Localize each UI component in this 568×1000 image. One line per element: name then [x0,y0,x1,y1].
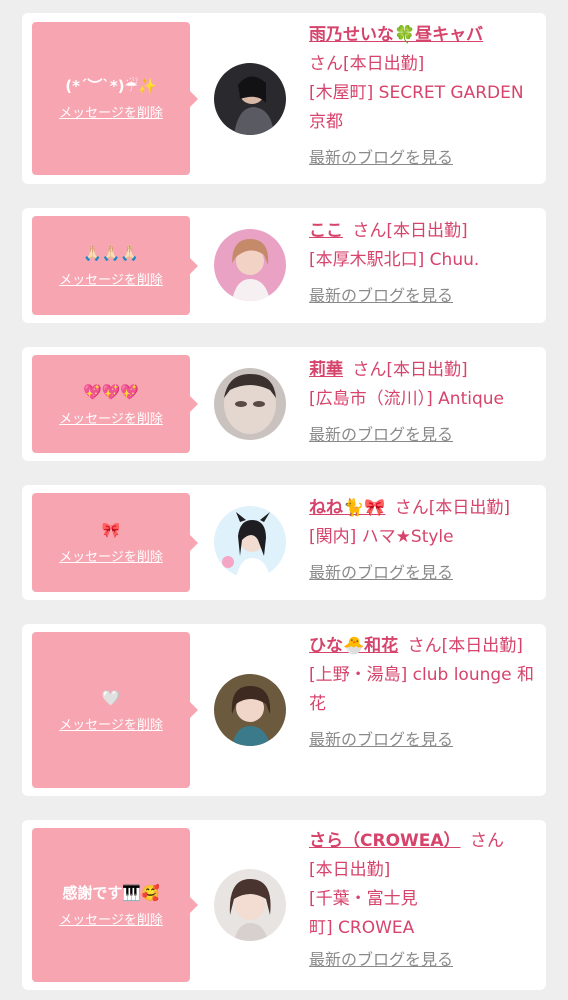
cast-name-link[interactable]: ひな🐣和花 [309,636,398,656]
latest-blog-link[interactable]: 最新のブログを見る [309,143,453,172]
shop-name: [本厚木駅北口] Chuu. [309,250,480,270]
cast-name-link[interactable]: 莉華 [309,360,343,380]
message-bubble: (*´︶`*)☔✨ メッセージを削除 [32,22,198,175]
message-bubble: 💖💖💖 メッセージを削除 [32,355,198,453]
avatar[interactable] [214,368,286,440]
avatar[interactable] [214,229,286,301]
cast-info: 莉華 さん[本日出勤] [広島市（流川）] Antique 最新のブログを見る [309,356,537,450]
message-card: 💖💖💖 メッセージを削除 莉華 さん[本日出勤] [広島市（流川）] Antiq… [22,347,546,461]
attendance-status: [本日出勤] [343,54,425,74]
message-text: (*´︶`*)☔✨ [65,77,157,95]
honorific: さん [309,54,343,74]
message-card: 🎀 メッセージを削除 ねね🐈🎀 さん[本日出勤] [関内] ハマ★Style 最… [22,485,546,600]
shop-name: [千葉・富士見町] CROWEA [309,889,418,938]
message-text: 感謝です🎹🥰 [62,883,160,902]
message-bubble: 🎀 メッセージを削除 [32,493,198,592]
message-text: 🤍 [101,688,121,707]
delete-message-link[interactable]: メッセージを削除 [59,909,163,928]
attendance-status: [本日出勤] [441,636,523,656]
cast-info: 雨乃せいな🍀昼キャバ さん[本日出勤] [木屋町] SECRET GARDEN … [309,21,537,173]
message-bubble: 感謝です🎹🥰 メッセージを削除 [32,828,198,982]
cast-info: ねね🐈🎀 さん[本日出勤] [関内] ハマ★Style 最新のブログを見る [309,494,537,588]
message-bubble: 🙏🏻🙏🏻🙏🏻 メッセージを削除 [32,216,198,315]
delete-message-link[interactable]: メッセージを削除 [59,102,163,121]
cast-name-link[interactable]: さら（CROWEA） [309,831,461,851]
shop-name: [木屋町] SECRET GARDEN 京都 [309,83,524,132]
attendance-status: [本日出勤] [428,498,511,518]
delete-message-link[interactable]: メッセージを削除 [59,714,163,733]
message-text: 🙏🏻🙏🏻🙏🏻 [82,244,140,262]
avatar[interactable] [214,869,286,941]
cast-info: ひな🐣和花 さん[本日出勤] [上野・湯島] club lounge 和花 最新… [309,632,537,755]
cast-name-link[interactable]: ねね🐈🎀 [309,498,385,518]
attendance-status: [本日出勤] [386,360,468,380]
honorific: さん [352,360,387,380]
latest-blog-link[interactable]: 最新のブログを見る [309,281,453,310]
latest-blog-link[interactable]: 最新のブログを見る [309,725,453,754]
message-text: 🎀 [101,521,121,539]
message-text: 💖💖💖 [82,382,140,401]
delete-message-link[interactable]: メッセージを削除 [59,546,163,565]
message-bubble: 🤍 メッセージを削除 [32,632,198,788]
honorific: さん [394,498,429,518]
shop-name: [上野・湯島] club lounge 和花 [309,665,535,714]
avatar[interactable] [214,63,286,135]
honorific: さん [352,221,387,241]
avatar[interactable] [214,674,286,746]
shop-name: [関内] ハマ★Style [309,527,454,547]
message-card: 🙏🏻🙏🏻🙏🏻 メッセージを削除 ここ さん[本日出勤] [本厚木駅北口] Chu… [22,208,546,323]
cast-name-link[interactable]: 雨乃せいな🍀昼キャバ [309,25,483,45]
latest-blog-link[interactable]: 最新のブログを見る [309,420,453,449]
attendance-status: [本日出勤] [386,221,468,241]
cast-name-link[interactable]: ここ [309,221,343,241]
message-card: (*´︶`*)☔✨ メッセージを削除 雨乃せいな🍀昼キャバ さん[本日出勤] [… [22,13,546,184]
delete-message-link[interactable]: メッセージを削除 [59,408,163,427]
cast-info: さら（CROWEA） さん [本日出勤] [千葉・富士見町] CROWEA 最新… [309,827,531,975]
shop-name: [広島市（流川）] Antique [309,389,504,409]
honorific: さん [469,831,504,851]
message-card: 感謝です🎹🥰 メッセージを削除 さら（CROWEA） さん [本日出勤] [千葉… [22,820,546,990]
latest-blog-link[interactable]: 最新のブログを見る [309,945,453,974]
latest-blog-link[interactable]: 最新のブログを見る [309,558,453,587]
honorific: さん [407,636,442,656]
attendance-status: [本日出勤] [309,860,391,880]
message-card: 🤍 メッセージを削除 ひな🐣和花 さん[本日出勤] [上野・湯島] club l… [22,624,546,796]
cast-info: ここ さん[本日出勤] [本厚木駅北口] Chuu. 最新のブログを見る [309,217,537,311]
avatar[interactable] [214,506,286,578]
delete-message-link[interactable]: メッセージを削除 [59,269,163,288]
